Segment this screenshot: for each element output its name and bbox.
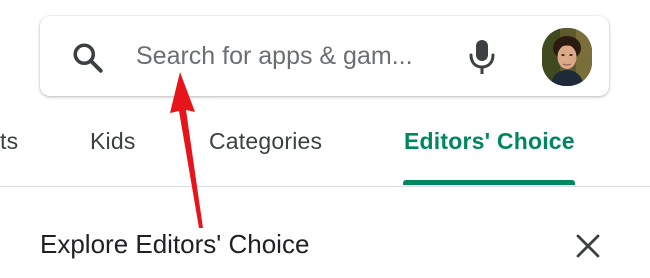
app-screen: ts Kids Categories Editors' Choice Explo… [0,0,650,278]
search-bar[interactable] [40,16,609,96]
section-title: Explore Editors' Choice [40,229,310,259]
active-tab-indicator [403,180,575,185]
search-icon[interactable] [70,40,106,76]
category-tabs: ts Kids Categories Editors' Choice [0,100,650,188]
annotation-arrow [170,72,203,228]
close-icon[interactable] [574,232,602,260]
tab-partial[interactable]: ts [0,128,18,155]
mic-icon[interactable] [468,38,496,76]
tab-editors-choice[interactable]: Editors' Choice [404,128,575,155]
user-avatar-icon [542,28,592,86]
tab-kids[interactable]: Kids [90,128,136,155]
tabs-divider [0,186,650,187]
tab-categories[interactable]: Categories [209,128,322,155]
avatar[interactable] [542,28,592,86]
